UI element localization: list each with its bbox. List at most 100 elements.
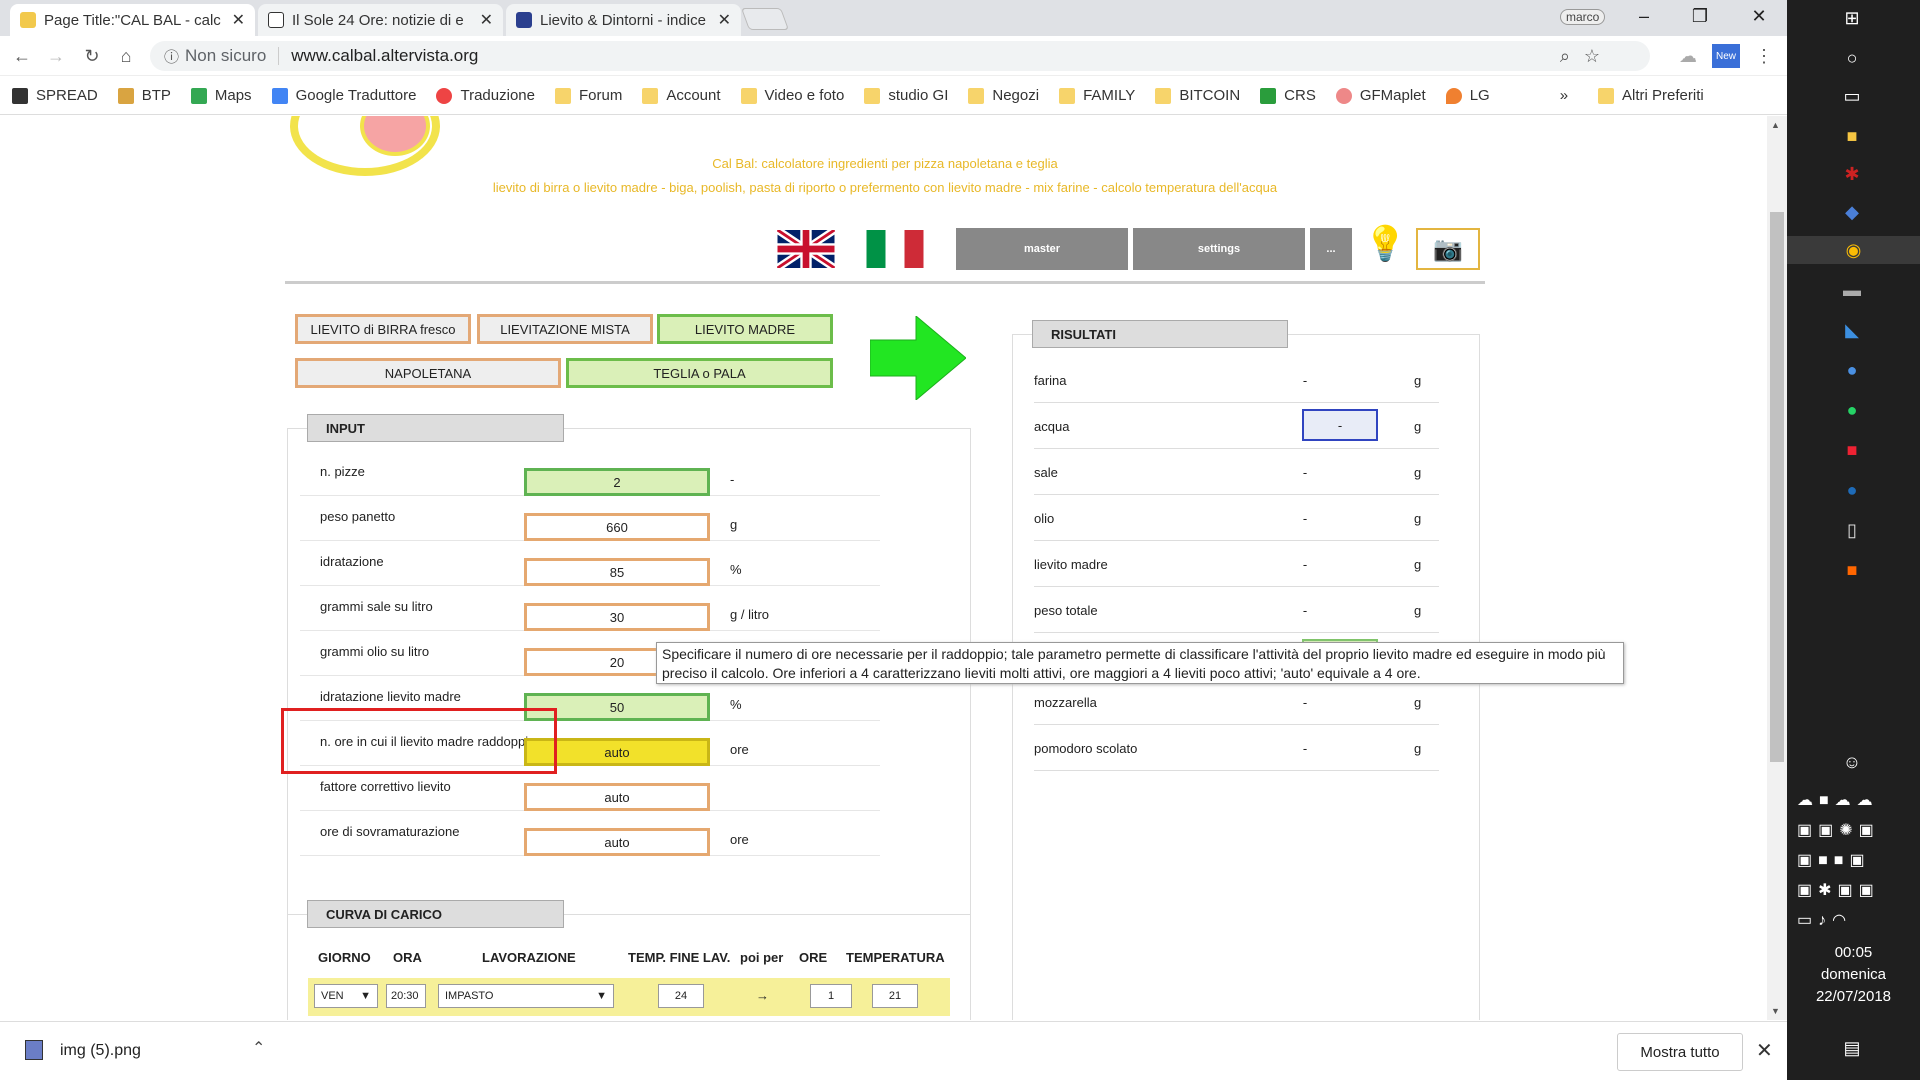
app-icon[interactable]: ● — [1837, 476, 1867, 504]
mode-lievitazione-mista-button[interactable]: LIEVITAZIONE MISTA — [477, 314, 653, 344]
zoom-icon[interactable]: ⌕ — [1560, 46, 1570, 67]
result-value: - — [1302, 695, 1308, 710]
taskbar-clock[interactable]: 00:05 domenica 22/07/2018 — [1787, 942, 1920, 1008]
tab-sole24ore[interactable]: Il Sole 24 Ore: notizie di e ✕ — [258, 4, 503, 36]
forward-icon[interactable]: → — [44, 44, 68, 68]
app-icon[interactable]: ✱ — [1837, 160, 1867, 188]
bookmark-btp[interactable]: BTP — [117, 87, 171, 104]
profile-button[interactable]: marco — [1560, 9, 1606, 25]
app-icon[interactable]: ● — [1837, 356, 1867, 384]
menu-icon[interactable]: ⋮ — [1752, 44, 1776, 68]
bookmark-lg[interactable]: LG — [1445, 87, 1490, 104]
minimize-icon[interactable]: – — [1620, 0, 1668, 32]
result-unit: g — [1414, 741, 1422, 756]
task-view-icon[interactable]: ▭ — [1837, 82, 1867, 110]
bookmark-family[interactable]: FAMILY — [1059, 87, 1135, 104]
restore-icon[interactable]: ❐ — [1676, 0, 1724, 32]
bookmark-crs[interactable]: CRS — [1260, 87, 1316, 104]
url-text[interactable]: www.calbal.altervista.org — [291, 46, 478, 66]
file-explorer-icon[interactable]: ■ — [1837, 122, 1867, 150]
bookmark-altri-preferiti[interactable]: Altri Preferiti — [1598, 87, 1704, 104]
bookmark-forum[interactable]: Forum — [554, 87, 622, 104]
mode-napoletana-button[interactable]: NAPOLETANA — [295, 358, 561, 388]
bookmarks-bar: SPREAD BTP Maps Google Traduttore Traduz… — [0, 77, 1787, 115]
bookmark-maps[interactable]: Maps — [190, 87, 252, 104]
bookmark-negozi[interactable]: Negozi — [968, 87, 1039, 104]
cloud-icon[interactable]: ☁ — [1676, 44, 1700, 68]
mode-teglia-pala-button[interactable]: TEGLIA o PALA — [566, 358, 833, 388]
input-field[interactable]: 85 — [524, 558, 710, 586]
bookmark-studio-gi[interactable]: studio GI — [864, 87, 948, 104]
xampp-icon[interactable]: ■ — [1837, 556, 1867, 584]
whatsapp-icon[interactable]: ● — [1837, 396, 1867, 424]
download-file-name[interactable]: img (5).png — [60, 1042, 141, 1060]
ora-input[interactable]: 20:30 — [386, 984, 426, 1008]
system-tray-icons[interactable]: ☁■☁☁ ▣▣✺▣ ▣■■▣ ▣✱▣▣ ▭♪◠ — [1797, 786, 1917, 936]
windows-start-icon[interactable]: ⊞ — [1837, 4, 1867, 32]
mode-lievito-birra-button[interactable]: LIEVITO di BIRRA fresco — [295, 314, 471, 344]
app-icon[interactable]: ◆ — [1837, 198, 1867, 226]
tab-calbal[interactable]: Page Title:"CAL BAL - calc ✕ — [10, 4, 255, 36]
people-icon[interactable]: ☺ — [1837, 748, 1867, 776]
extension-new-icon[interactable]: New — [1712, 44, 1740, 68]
bookmarks-overflow-icon[interactable]: » — [1560, 87, 1568, 104]
close-tab-icon[interactable]: ✕ — [718, 10, 731, 30]
back-icon[interactable]: ← — [10, 44, 34, 68]
bookmark-gfmaplet[interactable]: GFMaplet — [1335, 87, 1426, 104]
temp-fine-input[interactable]: 24 — [658, 984, 704, 1008]
close-icon[interactable]: ✕ — [1756, 1038, 1773, 1063]
show-all-button[interactable]: Mostra tutto — [1617, 1033, 1743, 1071]
bookmark-star-icon[interactable]: ☆ — [1584, 46, 1600, 67]
reload-icon[interactable]: ↻ — [80, 44, 104, 68]
scrollbar-thumb[interactable] — [1770, 212, 1784, 762]
info-icon[interactable]: ⓘ — [164, 46, 179, 67]
arrow-icon: → — [756, 988, 769, 1003]
scroll-up-icon[interactable]: ▲ — [1771, 120, 1780, 130]
lightbulb-icon[interactable]: 💡 — [1364, 224, 1406, 264]
bookmark-spread[interactable]: SPREAD — [12, 87, 98, 104]
input-field[interactable]: auto — [524, 783, 710, 811]
lavorazione-select[interactable]: IMPASTO ▼ — [438, 984, 614, 1008]
app-icon[interactable]: ▬ — [1837, 276, 1867, 304]
bookmark-label: Traduzione — [460, 87, 535, 104]
bookmark-account[interactable]: Account — [642, 87, 721, 104]
input-field[interactable]: 30 — [524, 603, 710, 631]
result-value-box[interactable]: - — [1302, 409, 1378, 441]
close-window-icon[interactable]: ✕ — [1735, 0, 1783, 32]
bookmark-traduzione[interactable]: Traduzione — [436, 87, 535, 104]
home-icon[interactable]: ⌂ — [114, 44, 138, 68]
close-tab-icon[interactable]: ✕ — [480, 10, 493, 30]
close-tab-icon[interactable]: ✕ — [232, 10, 245, 30]
settings-button[interactable]: settings — [1133, 228, 1305, 270]
bookmark-video-foto[interactable]: Video e foto — [740, 87, 844, 104]
master-button[interactable]: master — [956, 228, 1128, 270]
uk-flag-icon[interactable] — [777, 230, 835, 268]
mode-lievito-madre-button[interactable]: LIEVITO MADRE — [657, 314, 833, 344]
scroll-down-icon[interactable]: ▼ — [1771, 1006, 1780, 1016]
document-icon[interactable]: ▯ — [1837, 516, 1867, 544]
ore-input[interactable]: 1 — [810, 984, 852, 1008]
search-icon[interactable]: ○ — [1837, 44, 1867, 72]
result-unit: g — [1414, 419, 1422, 434]
notifications-icon[interactable]: ▤ — [1837, 1034, 1867, 1062]
address-bar[interactable]: ⓘ Non sicuro www.calbal.altervista.org ⌕… — [150, 41, 1650, 71]
folder-icon — [1598, 87, 1615, 104]
bookmark-label: Maps — [214, 87, 252, 104]
filezilla-icon[interactable]: ■ — [1837, 436, 1867, 464]
italy-flag-icon[interactable] — [866, 230, 924, 268]
camera-icon[interactable]: 📷 — [1416, 228, 1480, 270]
temperatura-input[interactable]: 21 — [872, 984, 918, 1008]
bookmark-google-traduttore[interactable]: Google Traduttore — [271, 87, 416, 104]
page-scrollbar[interactable]: ▲ ▼ — [1767, 116, 1787, 1020]
vscode-icon[interactable]: ◣ — [1837, 316, 1867, 344]
input-field[interactable]: 660 — [524, 513, 710, 541]
giorno-select[interactable]: VEN ▼ — [314, 984, 378, 1008]
new-tab-button[interactable] — [740, 8, 790, 30]
chrome-icon[interactable]: ◉ — [1787, 236, 1920, 264]
input-field[interactable]: 2 — [524, 468, 710, 496]
tab-lievito-dintorni[interactable]: Lievito & Dintorni - indice ✕ — [506, 4, 741, 36]
bookmark-bitcoin[interactable]: BITCOIN — [1155, 87, 1240, 104]
input-field[interactable]: auto — [524, 828, 710, 856]
more-button[interactable]: ... — [1310, 228, 1352, 270]
chevron-up-icon[interactable]: ⌃ — [252, 1038, 265, 1058]
